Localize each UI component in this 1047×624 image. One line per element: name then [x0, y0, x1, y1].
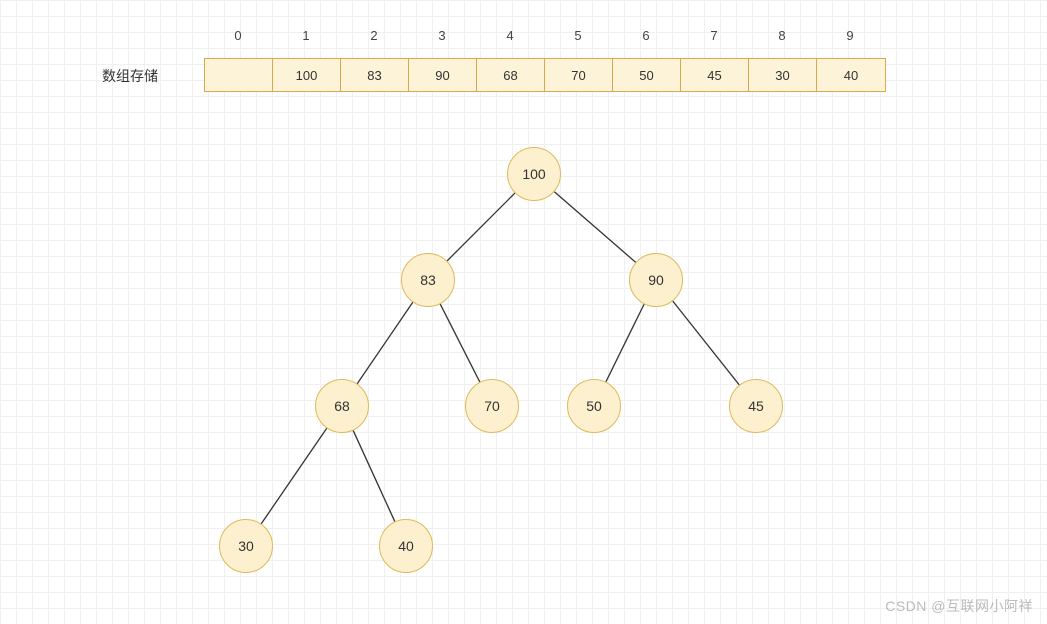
array-index: 4: [476, 28, 544, 43]
array-index: 9: [816, 28, 884, 43]
array-cell: 100: [273, 59, 341, 91]
array-index: 7: [680, 28, 748, 43]
tree-node: 50: [567, 379, 621, 433]
array-cell: 70: [545, 59, 613, 91]
array-index: 3: [408, 28, 476, 43]
tree-node: 83: [401, 253, 455, 307]
array-cell: 40: [817, 59, 885, 91]
array-cell: 83: [341, 59, 409, 91]
array-index: 0: [204, 28, 272, 43]
tree-node: 40: [379, 519, 433, 573]
array-index: 6: [612, 28, 680, 43]
array-cell: 30: [749, 59, 817, 91]
array-cell: 68: [477, 59, 545, 91]
watermark: CSDN @互联网小阿祥: [885, 596, 1033, 616]
grid-background: [0, 0, 1047, 624]
array-index: 5: [544, 28, 612, 43]
tree-node: 30: [219, 519, 273, 573]
array-index: 8: [748, 28, 816, 43]
array-index: 2: [340, 28, 408, 43]
array-cell: 90: [409, 59, 477, 91]
array-cell: 45: [681, 59, 749, 91]
tree-node: 70: [465, 379, 519, 433]
tree-node: 68: [315, 379, 369, 433]
array-storage: 1008390687050453040: [204, 58, 886, 92]
tree-node: 45: [729, 379, 783, 433]
array-index: 1: [272, 28, 340, 43]
array-cell: [205, 59, 273, 91]
array-cell: 50: [613, 59, 681, 91]
tree-node: 90: [629, 253, 683, 307]
tree-node: 100: [507, 147, 561, 201]
array-label: 数组存储: [102, 66, 158, 86]
